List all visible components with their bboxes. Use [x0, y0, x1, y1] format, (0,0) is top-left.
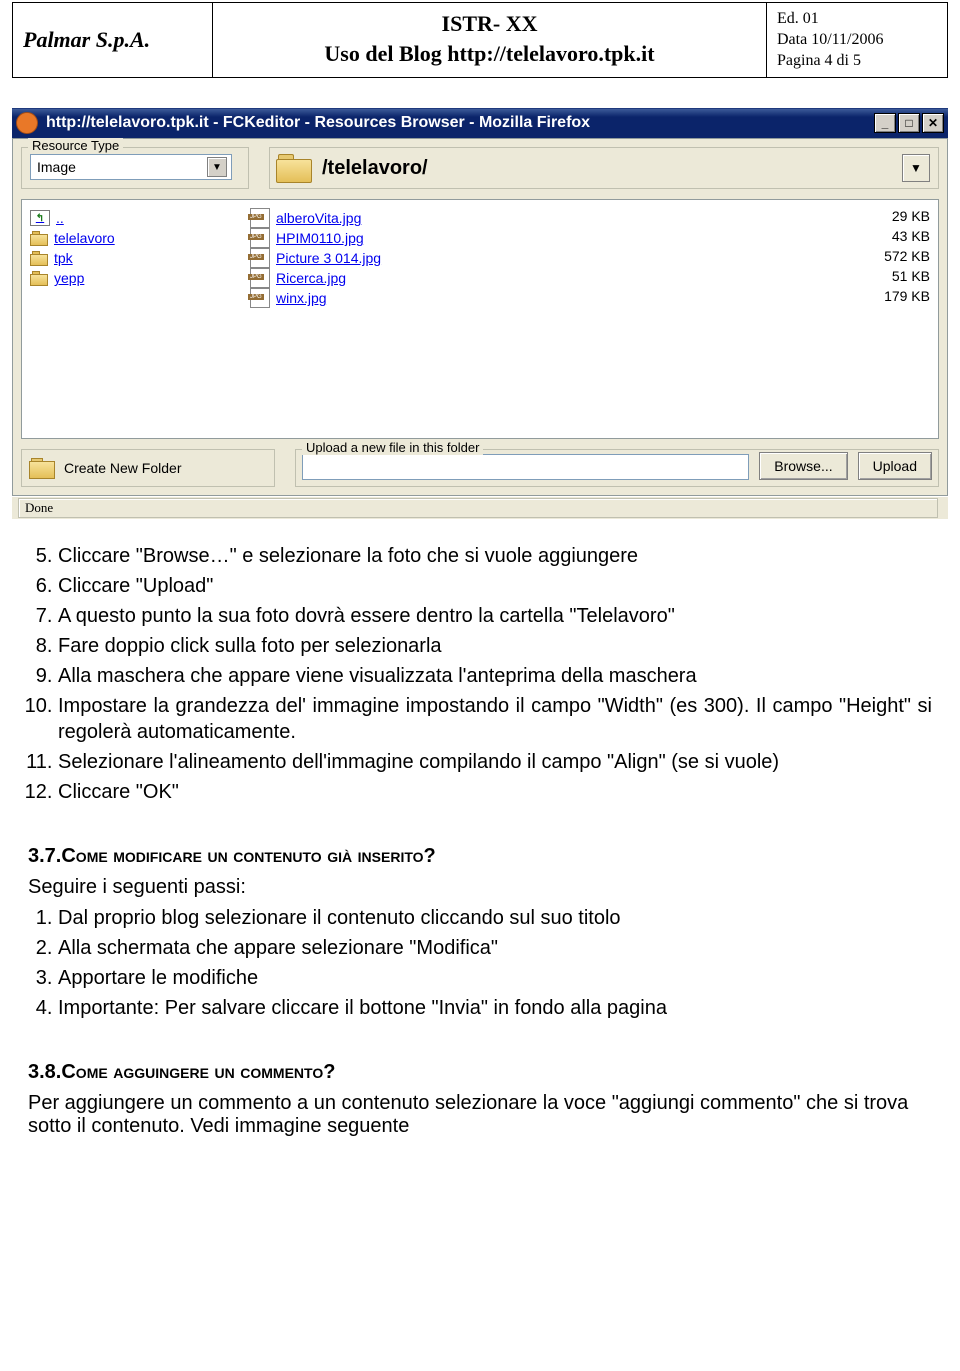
company-name: Palmar S.p.A.: [13, 3, 213, 77]
step-5: Cliccare "Browse…" e selezionare la foto…: [58, 543, 932, 569]
breadcrumb-path: /telelavoro/: [322, 157, 428, 180]
folder-new-icon: [28, 457, 56, 479]
step-7: A questo punto la sua foto dovrà essere …: [58, 603, 932, 629]
folder-item[interactable]: telelavoro: [30, 228, 250, 248]
browse-button[interactable]: Browse...: [759, 452, 847, 480]
file-item-label: Ricerca.jpg: [276, 270, 346, 286]
resource-type-dropdown[interactable]: Image ▼: [30, 154, 232, 180]
file-item[interactable]: Ricerca.jpg: [250, 268, 850, 288]
folder-item-label: yepp: [54, 270, 84, 286]
file-item-label: winx.jpg: [276, 290, 327, 306]
window-title: http://telelavoro.tpk.it - FCKeditor - R…: [46, 114, 590, 132]
file-size: 51 KB: [850, 268, 930, 288]
step-8: Fare doppio click sulla foto per selezio…: [58, 633, 932, 659]
jpg-file-icon: [250, 228, 270, 248]
status-text: Done: [18, 498, 938, 518]
meta-edition: Ed. 01: [777, 9, 937, 30]
upload-button[interactable]: Upload: [858, 452, 932, 480]
folder-item-label: telelavoro: [54, 230, 115, 246]
doc-code: ISTR- XX: [223, 9, 756, 39]
file-item[interactable]: Picture 3 014.jpg: [250, 248, 850, 268]
folder-up-label: ..: [56, 210, 64, 226]
meta-date: Data 10/11/2006: [777, 30, 937, 51]
step-3-7-2: Alla schermata che appare selezionare "M…: [58, 935, 932, 961]
file-item[interactable]: HPIM0110.jpg: [250, 228, 850, 248]
file-size: 43 KB: [850, 228, 930, 248]
file-item-label: alberoVita.jpg: [276, 210, 361, 226]
dropdown-arrow-icon[interactable]: ▼: [207, 157, 227, 177]
breadcrumb-dropdown-icon[interactable]: ▼: [902, 154, 930, 182]
file-size: 179 KB: [850, 288, 930, 308]
file-item[interactable]: winx.jpg: [250, 288, 850, 308]
upload-legend: Upload a new file in this folder: [302, 440, 483, 455]
section-3-7-intro: Seguire i seguenti passi:: [28, 876, 932, 899]
document-header: Palmar S.p.A. ISTR- XX Uso del Blog http…: [12, 2, 948, 78]
section-3-7-heading: 3.7.Come modificare un contenuto già ins…: [28, 845, 932, 868]
step-3-7-1: Dal proprio blog selezionare il contenut…: [58, 905, 932, 931]
section-number: 3.8.: [28, 1061, 61, 1083]
file-listing: ↰ .. telelavoro tpk yepp: [21, 199, 939, 439]
step-10: Impostare la grandezza del' immagine imp…: [58, 693, 932, 745]
jpg-file-icon: [250, 208, 270, 228]
minimize-button[interactable]: _: [874, 113, 896, 133]
section-3-8-heading: 3.8.Come agguingere un commento?: [28, 1061, 932, 1084]
file-item-label: HPIM0110.jpg: [276, 230, 364, 246]
folder-up-icon: ↰: [30, 210, 50, 226]
section-number: 3.7.: [28, 845, 61, 867]
folder-item[interactable]: tpk: [30, 248, 250, 268]
document-title: ISTR- XX Uso del Blog http://telelavoro.…: [213, 3, 767, 77]
step-11: Selezionare l'alineamento dell'immagine …: [58, 749, 932, 775]
folder-open-icon: [274, 152, 314, 184]
embedded-screenshot: http://telelavoro.tpk.it - FCKeditor - R…: [12, 108, 948, 519]
step-9: Alla maschera che appare viene visualizz…: [58, 663, 932, 689]
window-titlebar: http://telelavoro.tpk.it - FCKeditor - R…: [12, 108, 948, 138]
file-size: 572 KB: [850, 248, 930, 268]
step-3-7-3: Apportare le modifiche: [58, 965, 932, 991]
step-6: Cliccare "Upload": [58, 573, 932, 599]
upload-path-input[interactable]: [302, 454, 749, 480]
folder-item[interactable]: yepp: [30, 268, 250, 288]
maximize-button[interactable]: □: [898, 113, 920, 133]
upload-fieldset: Upload a new file in this folder Browse.…: [295, 449, 939, 487]
section-title: Come agguingere un commento?: [61, 1061, 335, 1083]
status-bar: Done: [12, 496, 948, 519]
file-size: 29 KB: [850, 208, 930, 228]
folder-icon: [30, 231, 48, 245]
breadcrumb: /telelavoro/ ▼: [269, 147, 939, 189]
firefox-icon: [16, 112, 38, 134]
resource-type-fieldset: Resource Type Image ▼: [21, 147, 249, 189]
document-meta: Ed. 01 Data 10/11/2006 Pagina 4 di 5: [767, 3, 947, 77]
resource-type-value: Image: [37, 159, 76, 175]
file-item[interactable]: alberoVita.jpg: [250, 208, 850, 228]
document-body: Cliccare "Browse…" e selezionare la foto…: [28, 543, 932, 1138]
resource-type-label: Resource Type: [28, 138, 123, 153]
folder-up[interactable]: ↰ ..: [30, 208, 250, 228]
step-12: Cliccare "OK": [58, 779, 932, 805]
file-item-label: Picture 3 014.jpg: [276, 250, 381, 266]
section-title: Come modificare un contenuto già inserit…: [61, 845, 435, 867]
jpg-file-icon: [250, 268, 270, 288]
create-folder-button[interactable]: Create New Folder: [21, 449, 275, 487]
meta-page: Pagina 4 di 5: [777, 51, 937, 72]
folder-item-label: tpk: [54, 250, 73, 266]
jpg-file-icon: [250, 288, 270, 308]
close-button[interactable]: ✕: [922, 113, 944, 133]
section-3-8-body: Per aggiungere un commento a un contenut…: [28, 1092, 932, 1138]
create-folder-label: Create New Folder: [64, 460, 182, 476]
jpg-file-icon: [250, 248, 270, 268]
doc-subtitle: Uso del Blog http://telelavoro.tpk.it: [223, 39, 756, 69]
folder-icon: [30, 271, 48, 285]
step-3-7-4: Importante: Per salvare cliccare il bott…: [58, 995, 932, 1021]
folder-icon: [30, 251, 48, 265]
